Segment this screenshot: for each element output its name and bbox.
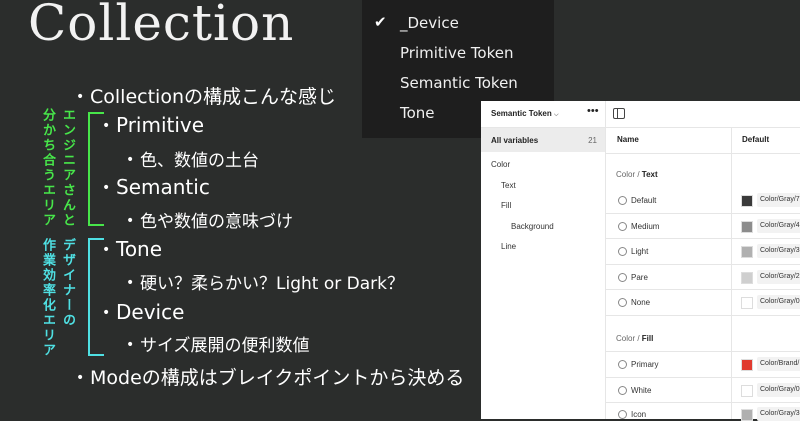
color-swatch bbox=[741, 297, 753, 309]
menu-item-primitive-token[interactable]: Primitive Token bbox=[400, 44, 514, 62]
menu-item-tone[interactable]: Tone bbox=[400, 104, 435, 122]
color-swatch bbox=[741, 195, 753, 207]
bullet-semantic: • Semantic bbox=[102, 175, 210, 199]
color-swatch bbox=[741, 272, 753, 284]
variable-icon bbox=[618, 222, 627, 231]
designer-bracket bbox=[88, 238, 104, 356]
row-line bbox=[606, 264, 800, 265]
collection-select[interactable]: Semantic Token ⌵ bbox=[491, 109, 559, 119]
variable-name[interactable]: Medium bbox=[631, 222, 659, 231]
color-swatch bbox=[741, 385, 753, 397]
designer-label-1: 作業効率化エリア bbox=[40, 238, 55, 358]
engineer-label-1: 分かち合うエリア bbox=[40, 108, 55, 228]
section-color-fill: Color / Fill bbox=[616, 334, 654, 343]
color-swatch bbox=[741, 221, 753, 233]
bullet-device: • Device bbox=[102, 300, 185, 324]
panel-header: Semantic Token ⌵ ••• bbox=[481, 101, 800, 128]
column-divider bbox=[731, 127, 732, 419]
bullet-mode: • Modeの構成はブレイクポイントから決める bbox=[76, 367, 465, 389]
variable-icon bbox=[618, 273, 627, 282]
chevron-down-icon: ⌵ bbox=[554, 112, 559, 118]
engineer-bracket bbox=[88, 112, 104, 226]
bullet-tone: • Tone bbox=[102, 237, 163, 261]
row-line bbox=[606, 377, 800, 378]
designer-label-2: デザイナーの bbox=[60, 238, 75, 328]
variable-icon bbox=[618, 196, 627, 205]
bullet-tone-desc: • 硬い？柔らかい？Light or Dark？ bbox=[126, 274, 404, 294]
group-color[interactable]: Color bbox=[491, 160, 510, 169]
page-title: Collection bbox=[28, 0, 295, 52]
variable-icon bbox=[618, 247, 627, 256]
variable-value[interactable]: Color/Gray/0 bbox=[757, 383, 800, 397]
check-icon: ✔ bbox=[374, 13, 387, 31]
variables-panel: Semantic Token ⌵ ••• All variables 21 Co… bbox=[481, 101, 800, 421]
bullet-semantic-desc: • 色や数値の意味づけ bbox=[126, 212, 293, 232]
bullet-primitive: • Primitive bbox=[102, 113, 205, 137]
all-variables-label: All variables bbox=[491, 136, 539, 145]
variable-name[interactable]: Light bbox=[631, 247, 648, 256]
bullet-collection: • Collectionの構成こんな感じ bbox=[76, 86, 336, 108]
variable-value[interactable]: Color/Brand/ bbox=[757, 357, 800, 371]
variable-value[interactable]: Color/Gray/4 bbox=[757, 219, 800, 233]
menu-item-semantic-token[interactable]: Semantic Token bbox=[400, 74, 518, 92]
variable-icon bbox=[618, 386, 627, 395]
variable-name[interactable]: Icon bbox=[631, 410, 646, 419]
section-color-text: Color / Text bbox=[616, 170, 658, 179]
variable-icon bbox=[618, 298, 627, 307]
row-line bbox=[606, 402, 800, 403]
row-line bbox=[606, 351, 800, 352]
color-swatch bbox=[741, 359, 753, 371]
variable-icon bbox=[618, 360, 627, 369]
column-name: Name bbox=[617, 135, 639, 144]
engineer-label-2: エンジニアさんと bbox=[60, 108, 75, 228]
menu-item-device[interactable]: _Device bbox=[400, 14, 459, 32]
column-default: Default bbox=[742, 135, 770, 144]
variable-value[interactable]: Color/Gray/0 bbox=[757, 295, 800, 309]
color-swatch bbox=[741, 246, 753, 258]
row-line bbox=[606, 238, 800, 239]
variable-name[interactable]: White bbox=[631, 386, 651, 395]
group-text[interactable]: Text bbox=[501, 181, 516, 190]
variable-value[interactable]: Color/Gray/7 bbox=[757, 193, 800, 207]
variable-value[interactable]: Color/Gray/3 bbox=[757, 244, 800, 258]
row-line bbox=[606, 213, 800, 214]
variable-name[interactable]: Primary bbox=[631, 360, 659, 369]
group-fill[interactable]: Fill bbox=[501, 201, 511, 210]
variable-icon bbox=[618, 410, 627, 419]
all-variables-count: 21 bbox=[588, 136, 597, 145]
group-background[interactable]: Background bbox=[511, 222, 554, 231]
panel-divider bbox=[605, 101, 606, 419]
more-icon[interactable]: ••• bbox=[587, 105, 599, 117]
variable-name[interactable]: Pare bbox=[631, 273, 648, 282]
bullet-primitive-desc: • 色、数値の土台 bbox=[126, 151, 259, 171]
row-line bbox=[606, 289, 800, 290]
bullet-device-desc: • サイズ展開の便利数値 bbox=[126, 336, 310, 356]
variable-name[interactable]: None bbox=[631, 298, 650, 307]
color-swatch bbox=[741, 409, 753, 421]
row-line bbox=[606, 315, 800, 316]
variable-name[interactable]: Default bbox=[631, 196, 656, 205]
variable-value[interactable]: Color/Gray/2 bbox=[757, 270, 800, 284]
header-line bbox=[606, 153, 800, 154]
sidebar-toggle-icon[interactable] bbox=[613, 108, 625, 119]
all-variables-item[interactable]: All variables 21 bbox=[481, 128, 605, 152]
group-line[interactable]: Line bbox=[501, 242, 516, 251]
